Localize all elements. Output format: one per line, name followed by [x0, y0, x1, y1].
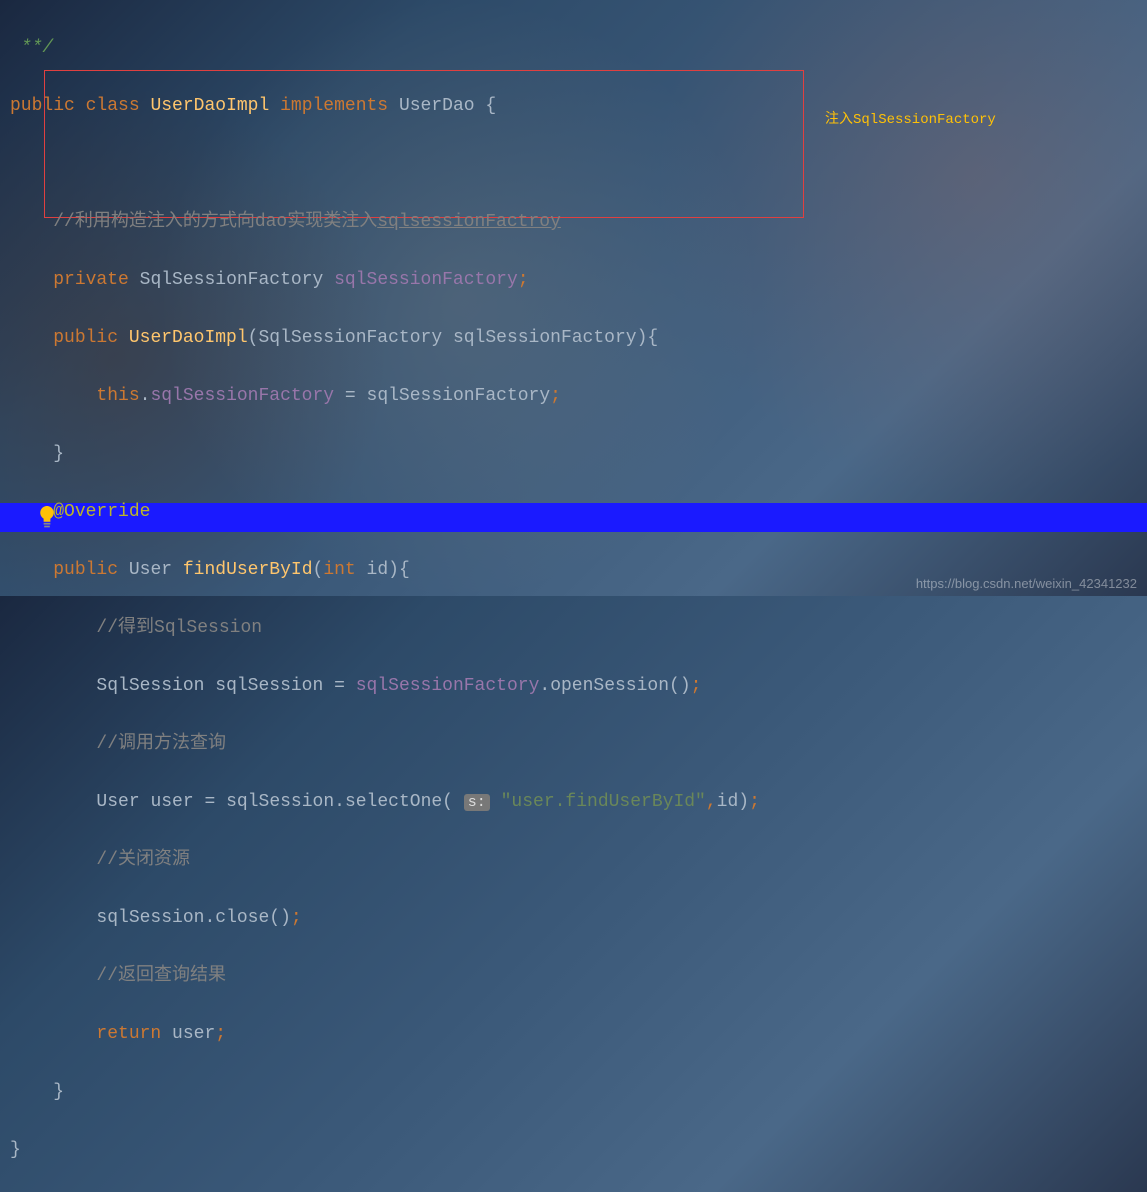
- session-ref: sqlSession: [226, 792, 334, 812]
- annotation-label: 注入SqlSessionFactory: [825, 108, 996, 128]
- code-editor[interactable]: **/ public class UserDaoImpl implements …: [0, 0, 1147, 1192]
- annotation-override: @Override: [53, 502, 150, 522]
- var-name: user: [150, 792, 193, 812]
- param-ref: sqlSessionFactory: [367, 386, 551, 406]
- string-literal: "user.findUserById": [501, 792, 706, 812]
- comment-query: //调用方法查询: [96, 734, 226, 754]
- keyword-int: int: [323, 560, 355, 580]
- var-type: User: [96, 792, 139, 812]
- brace: {: [475, 96, 497, 116]
- comment-return: //返回查询结果: [96, 966, 226, 986]
- watermark-text: https://blog.csdn.net/weixin_42341232: [916, 576, 1137, 591]
- keyword-this: this: [96, 386, 139, 406]
- field-type: SqlSessionFactory: [140, 270, 324, 290]
- intention-bulb-icon[interactable]: [38, 506, 56, 528]
- return-type: User: [129, 560, 172, 580]
- interface-name: UserDao: [399, 96, 475, 116]
- field-ref: sqlSessionFactory: [150, 386, 334, 406]
- constructor-name: UserDaoImpl: [129, 328, 248, 348]
- var-name: sqlSession: [215, 676, 323, 696]
- keyword-public: public: [53, 560, 118, 580]
- return-value: user: [172, 1024, 215, 1044]
- session-ref: sqlSession: [96, 908, 204, 928]
- field-ref: sqlSessionFactory: [356, 676, 540, 696]
- arg-id: id: [717, 792, 739, 812]
- keyword-return: return: [96, 1024, 161, 1044]
- param-id: id: [367, 560, 389, 580]
- param-name: sqlSessionFactory: [453, 328, 637, 348]
- var-type: SqlSession: [96, 676, 204, 696]
- doc-comment-fragment: **/: [10, 38, 53, 58]
- keyword-private: private: [53, 270, 129, 290]
- method-call: close: [215, 908, 269, 928]
- param-type: SqlSessionFactory: [258, 328, 442, 348]
- brace: }: [10, 1140, 21, 1160]
- method-call: openSession: [550, 676, 669, 696]
- keyword-public: public: [10, 96, 75, 116]
- keyword-implements: implements: [280, 96, 388, 116]
- method-name: findUserById: [183, 560, 313, 580]
- field-name: sqlSessionFactory: [334, 270, 518, 290]
- keyword-class: class: [86, 96, 140, 116]
- comment-close: //关闭资源: [96, 850, 190, 870]
- comment-inject: //利用构造注入的方式向dao实现类注入sqlsessionFactroy: [53, 212, 561, 232]
- keyword-public: public: [53, 328, 118, 348]
- comment-session: //得到SqlSession: [96, 618, 262, 638]
- brace: }: [10, 1082, 64, 1102]
- param-hint: s:: [464, 794, 490, 811]
- method-call: selectOne: [345, 792, 442, 812]
- class-name: UserDaoImpl: [150, 96, 269, 116]
